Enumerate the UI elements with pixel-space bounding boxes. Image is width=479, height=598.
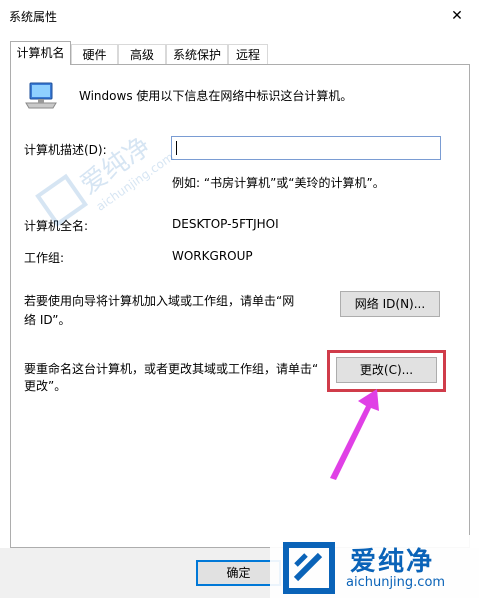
tab-hardware[interactable]: 硬件	[71, 44, 118, 64]
brand-watermark: 爱纯净 aichunjing.com	[270, 535, 479, 598]
full-name-value: DESKTOP-5FTJHOI	[172, 217, 279, 231]
network-id-text-line1: 若要使用向导将计算机加入域或工作组，请单击“网	[24, 294, 295, 308]
tab-system-protection[interactable]: 系统保护	[166, 44, 228, 64]
network-id-text-line2: 络 ID”。	[24, 313, 71, 327]
tab-remote[interactable]: 远程	[228, 44, 268, 64]
system-properties-window: 系统属性 ✕ 计算机名 硬件 高级 系统保护 远程 Windows 使用以下信息…	[0, 0, 479, 598]
intro-text: Windows 使用以下信息在网络中标识这台计算机。	[79, 89, 353, 103]
full-name-label: 计算机全名:	[24, 219, 89, 233]
computer-description-input[interactable]	[171, 136, 441, 160]
brand-logo-icon	[283, 542, 335, 594]
description-label: 计算机描述(D):	[24, 143, 107, 157]
title-bar[interactable]: 系统属性 ✕	[0, 0, 479, 32]
example-text: 例如: “书房计算机”或“美玲的计算机”。	[172, 176, 385, 190]
tab-advanced[interactable]: 高级	[118, 44, 166, 64]
brand-url: aichunjing.com	[346, 575, 446, 590]
workgroup-label: 工作组:	[24, 251, 65, 265]
ok-button[interactable]: 确定	[196, 560, 281, 586]
text-caret	[176, 141, 177, 155]
close-icon[interactable]: ✕	[435, 0, 479, 32]
tab-computer-name[interactable]: 计算机名	[10, 41, 71, 65]
rename-text-line1: 要重命名这台计算机，或者更改其域或工作组，请单击“	[24, 362, 319, 376]
window-title: 系统属性	[9, 10, 58, 24]
rename-text-line2: 更改”。	[24, 379, 67, 393]
workgroup-value: WORKGROUP	[172, 249, 253, 263]
network-id-button[interactable]: 网络 ID(N)...	[340, 291, 440, 317]
brand-name: 爱纯净	[350, 547, 435, 577]
computer-icon	[25, 82, 57, 109]
change-button-highlight	[327, 350, 446, 392]
